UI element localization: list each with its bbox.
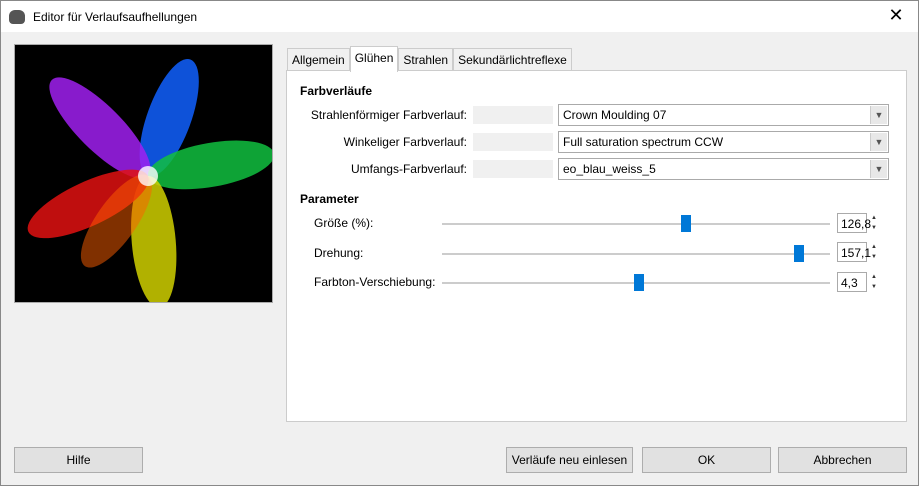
cancel-button[interactable]: Abbrechen	[778, 447, 907, 473]
tab-bar: Allgemein Glühen Strahlen Sekundärlichtr…	[287, 46, 572, 72]
gradients-heading: Farbverläufe	[300, 84, 373, 98]
size-gradient-label: Umfangs-Farbverlauf:	[350, 162, 467, 176]
size-input[interactable]: 126,8	[837, 213, 871, 233]
chevron-down-icon[interactable]: ▼	[870, 106, 887, 124]
tab-panel: Farbverläufe Strahlenförmiger Farbverlau…	[286, 70, 907, 422]
angular-gradient-select[interactable]: Full saturation spectrum CCW ▼	[558, 131, 889, 153]
hue-shift-label: Farbton-Verschiebung:	[314, 275, 436, 289]
rotation-label: Drehung:	[314, 246, 364, 260]
radial-gradient-label: Strahlenförmiger Farbverlauf:	[310, 108, 467, 122]
spin-arrows-icon[interactable]: ▲ ▼	[869, 213, 879, 233]
gimp-logo-icon	[9, 9, 25, 24]
parameters-heading: Parameter	[300, 192, 359, 206]
angular-gradient-label: Winkeliger Farbverlauf:	[343, 135, 467, 149]
size-label: Größe (%):	[314, 216, 374, 230]
spin-arrows-icon[interactable]: ▲ ▼	[869, 272, 879, 292]
radial-gradient-value: Crown Moulding 07	[563, 108, 667, 122]
ok-button[interactable]: OK	[642, 447, 771, 473]
reload-gradients-button[interactable]: Verläufe neu einlesen	[506, 447, 633, 473]
chevron-down-icon[interactable]: ▼	[870, 160, 887, 178]
hue-shift-input[interactable]: 4,3	[837, 272, 867, 292]
angular-gradient-value: Full saturation spectrum CCW	[563, 135, 724, 149]
radial-gradient-select[interactable]: Crown Moulding 07 ▼	[558, 104, 889, 126]
flare-preview	[14, 44, 275, 308]
hue-shift-slider[interactable]	[442, 274, 830, 291]
size-gradient-swatch	[473, 160, 553, 178]
close-icon[interactable]: ✕	[884, 5, 908, 26]
help-button[interactable]: Hilfe	[14, 447, 143, 473]
title-bar: Editor für Verlaufsaufhellungen ✕	[1, 1, 918, 32]
tab-strahlen[interactable]: Strahlen	[398, 48, 454, 71]
radial-gradient-swatch	[473, 106, 553, 124]
size-gradient-value: eo_blau_weiss_5	[563, 162, 656, 176]
tab-gluehen[interactable]: Glühen	[349, 46, 399, 72]
slider-thumb[interactable]	[681, 215, 692, 232]
rotation-input[interactable]: 157,1	[837, 242, 871, 262]
slider-thumb[interactable]	[633, 274, 644, 291]
angular-gradient-swatch	[473, 133, 553, 151]
window-title: Editor für Verlaufsaufhellungen	[33, 9, 198, 24]
spin-arrows-icon[interactable]: ▲ ▼	[869, 242, 879, 262]
size-gradient-select[interactable]: eo_blau_weiss_5 ▼	[558, 158, 889, 180]
chevron-down-icon[interactable]: ▼	[870, 133, 887, 151]
rotation-slider[interactable]	[442, 245, 830, 262]
size-slider[interactable]	[442, 215, 830, 232]
tab-sekundaerlichtreflexe[interactable]: Sekundärlichtreflexe	[453, 48, 572, 71]
slider-thumb[interactable]	[793, 245, 804, 262]
tab-allgemein[interactable]: Allgemein	[287, 48, 350, 71]
